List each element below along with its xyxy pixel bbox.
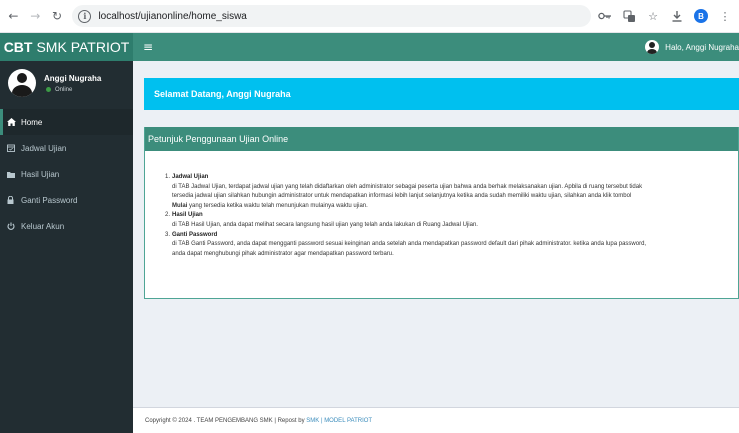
guide-title: Petunjuk Penggunaan Ujian Online xyxy=(148,134,289,144)
user-menu[interactable]: Halo, Anggi Nugraha xyxy=(639,33,739,61)
guide-item-desc-rest: yang tersedia ketika waktu telah menunju… xyxy=(187,202,368,209)
sidebar-item-ganti-password[interactable]: Ganti Password xyxy=(0,187,133,213)
avatar xyxy=(8,69,36,97)
guide-item-desc: anda dapat menghubungi pihak administrat… xyxy=(172,250,394,257)
online-dot-icon xyxy=(46,87,51,92)
sidebar-item-label: Hasil Ujian xyxy=(21,169,60,179)
footer-link-model-patriot[interactable]: MODEL PATRIOT xyxy=(324,418,372,424)
sidebar-item-label: Jadwal Ujian xyxy=(21,143,67,153)
sidebar-item-label: Ganti Password xyxy=(21,195,78,205)
profile-letter: B xyxy=(694,9,709,23)
user-avatar-small xyxy=(645,40,660,54)
guide-header: Petunjuk Penggunaan Ujian Online xyxy=(145,127,738,151)
address-bar[interactable]: i localhost/ujianonline/home_siswa xyxy=(72,5,592,27)
hamburger-icon[interactable]: ≡ xyxy=(143,40,157,54)
footer-text: Copyright © 2024 . TEAM PENGEMBANG SMK |… xyxy=(145,418,372,424)
download-icon[interactable] xyxy=(667,6,687,26)
footer-link-smk[interactable]: SMK xyxy=(306,418,319,424)
logo-bold-text: CBT xyxy=(3,39,33,55)
footer-copyright: Copyright © 2024 . TEAM PENGEMBANG SMK |… xyxy=(145,417,307,424)
welcome-banner: Selamat Datang, Anggi Nugraha xyxy=(144,78,739,110)
footer: Copyright © 2024 . TEAM PENGEMBANG SMK |… xyxy=(133,407,739,433)
home-icon xyxy=(7,118,19,126)
site-info-icon[interactable]: i xyxy=(78,9,92,23)
guide-item-title: Ganti Password xyxy=(172,231,218,238)
guide-item-desc: di TAB Hasil Ujian, anda dapat melihat s… xyxy=(172,221,478,228)
user-status: Online xyxy=(44,87,101,93)
mulai-keyword: Mulai xyxy=(172,202,188,209)
guide-item-hasil-ujian: 2. Hasil Ujian xyxy=(165,211,726,221)
welcome-text: Selamat Datang, Anggi Nugraha xyxy=(154,89,291,99)
guide-item-desc: di TAB Jadwal Ujian, terdapat jadwal uji… xyxy=(172,183,643,190)
back-icon[interactable]: ← xyxy=(5,7,22,25)
guide-item-desc: Mulai yang tersedia ketika waktu telah m… xyxy=(165,202,726,212)
profile-icon[interactable]: B xyxy=(691,6,711,26)
sidebar-item-keluar-akun[interactable]: Keluar Akun xyxy=(0,213,133,239)
guide-item-title: Jadwal Ujian xyxy=(172,174,209,180)
user-name: Anggi Nugraha xyxy=(44,73,102,83)
sidebar: Anggi Nugraha Online Home Jadwal Ujian H… xyxy=(0,61,133,433)
sidebar-item-jadwal-ujian[interactable]: Jadwal Ujian xyxy=(0,135,133,161)
guide-item-ganti-password: 3. Ganti Password xyxy=(165,231,726,241)
logo-text: SMK PATRIOT xyxy=(36,39,130,55)
sidebar-item-label: Home xyxy=(21,117,43,127)
translate-icon[interactable] xyxy=(619,6,639,26)
sidebar-item-home[interactable]: Home xyxy=(0,109,133,135)
sidebar-item-hasil-ujian[interactable]: Hasil Ujian xyxy=(0,161,133,187)
folder-icon xyxy=(7,171,19,178)
reload-icon[interactable]: ↻ xyxy=(49,7,66,25)
guide-item-number: 3. xyxy=(165,231,171,238)
guide-item-number: 2. xyxy=(165,212,171,219)
browser-toolbar: ← → ↻ i localhost/ujianonline/home_siswa… xyxy=(0,0,739,33)
guide-item-jadwal-ujian: 1. Jadwal Ujian xyxy=(165,173,726,183)
user-panel: Anggi Nugraha Online xyxy=(0,61,133,105)
guide-card: Petunjuk Penggunaan Ujian Online 1. Jadw… xyxy=(144,127,739,299)
guide-item-number: 1. xyxy=(165,174,171,180)
app-logo[interactable]: CBT SMK PATRIOT xyxy=(0,33,133,61)
power-icon xyxy=(7,222,19,230)
app-header: CBT SMK PATRIOT ≡ Halo, Anggi Nugraha xyxy=(0,33,739,61)
topbar: ≡ Halo, Anggi Nugraha xyxy=(133,33,739,61)
user-info: Anggi Nugraha Online xyxy=(44,74,101,93)
guide-item-title: Hasil Ujian xyxy=(172,212,203,219)
sidebar-item-label: Keluar Akun xyxy=(21,221,65,231)
key-icon[interactable] xyxy=(595,6,615,26)
user-greeting: Halo, Anggi Nugraha xyxy=(665,42,739,52)
guide-body: 1. Jadwal Ujian di TAB Jadwal Ujian, ter… xyxy=(145,151,738,259)
more-menu-icon[interactable]: ⋮ xyxy=(715,6,735,26)
url-text[interactable]: localhost/ujianonline/home_siswa xyxy=(98,11,246,22)
guide-item-desc: tersedia jadwal ujian silahkan hubungin … xyxy=(172,193,632,200)
forward-icon[interactable]: → xyxy=(27,7,44,25)
browser-actions: ☆ B ⋮ xyxy=(591,6,735,26)
status-label: Online xyxy=(55,86,73,93)
lock-icon xyxy=(7,196,19,204)
guide-item-desc: di TAB Ganti Password, anda dapat mengga… xyxy=(172,241,647,248)
calendar-icon xyxy=(7,144,19,152)
bookmark-star-icon[interactable]: ☆ xyxy=(643,6,663,26)
